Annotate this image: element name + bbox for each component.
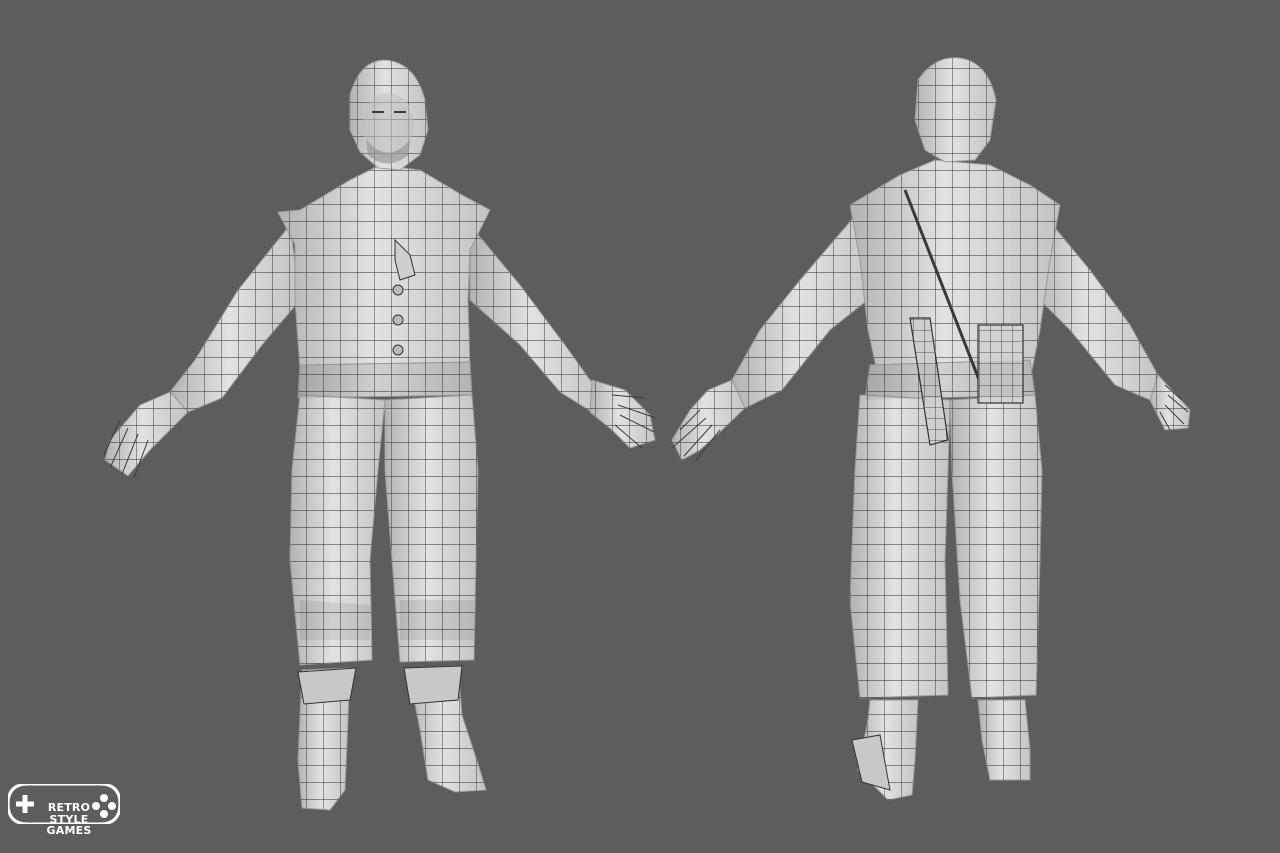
retro-style-games-logo: RETRO STYLE GAMES [8, 784, 126, 846]
back-view [671, 57, 1191, 801]
render-canvas [103, 57, 1191, 811]
face-detail [362, 93, 414, 164]
logo-line-retro: RETRO [47, 801, 91, 814]
front-view [103, 59, 657, 811]
render-viewport: RETRO STYLE GAMES [0, 0, 1280, 853]
logo-line-games: GAMES [46, 824, 92, 837]
